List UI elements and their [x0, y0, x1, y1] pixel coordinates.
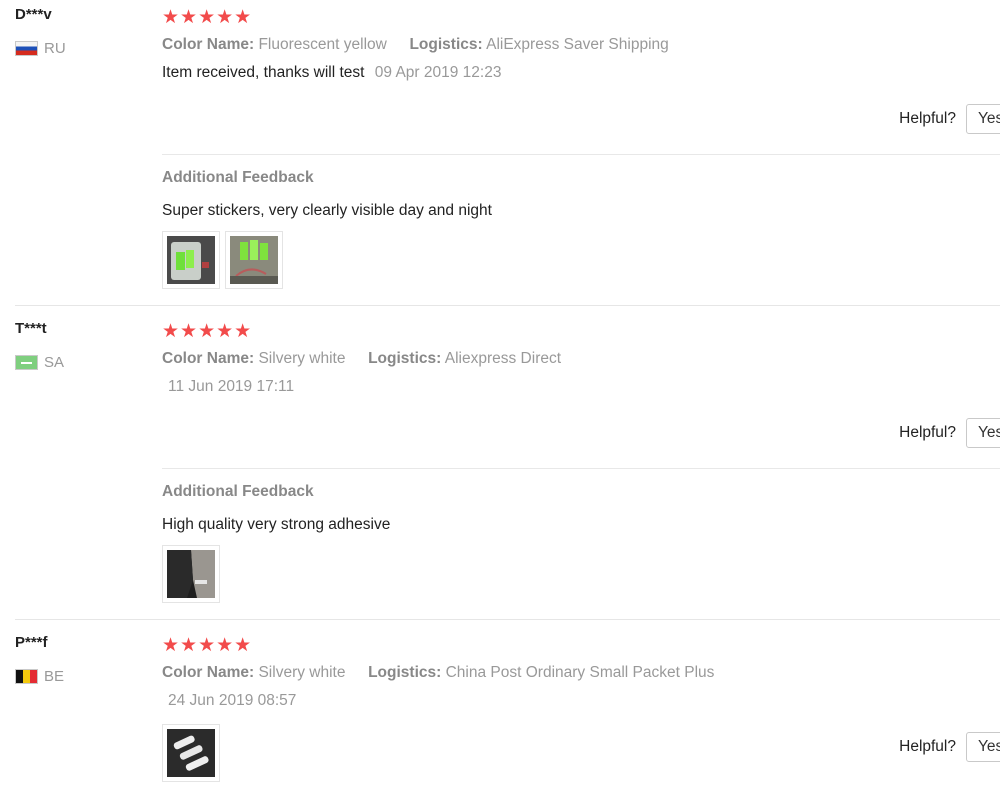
review-item: D***v RU ★★★★★ Color Name: Fluorescent y… — [0, 0, 1000, 305]
review-date: 24 Jun 2019 08:57 — [168, 692, 297, 709]
photo-white-reflective-strips-icon — [167, 729, 215, 777]
color-name-label: Color Name: — [162, 350, 255, 367]
helpful-yes-button[interactable]: Yes — [966, 732, 1000, 762]
logistics-value: AliExpress Saver Shipping — [486, 36, 669, 53]
additional-feedback-text: Super stickers, very clearly visible day… — [162, 202, 492, 219]
logistics-value: Aliexpress Direct — [444, 350, 562, 367]
review-comment-row: 11 Jun 2019 17:11 — [162, 378, 294, 396]
star-rating: ★★★★★ — [162, 321, 253, 342]
review-date: 09 Apr 2019 12:23 — [374, 64, 502, 81]
review-meta: Color Name: Silvery white Logistics: Chi… — [162, 664, 714, 682]
additional-feedback-text: High quality very strong adhesive — [162, 516, 391, 533]
photo-green-stickers-phone-icon — [167, 236, 215, 284]
star-rating: ★★★★★ — [162, 635, 253, 656]
divider — [162, 154, 1000, 155]
additional-feedback-title: Additional Feedback — [162, 169, 314, 186]
review-comment: Item received, thanks will test — [162, 64, 365, 81]
star-rating: ★★★★★ — [162, 7, 253, 28]
russia-flag-icon — [15, 41, 38, 56]
country-code: SA — [44, 354, 65, 371]
reviewer-country: RU — [15, 40, 66, 57]
logistics-label: Logistics: — [368, 350, 442, 367]
color-name-value: Fluorescent yellow — [258, 36, 387, 53]
review-comment-row: Item received, thanks will test 09 Apr 2… — [162, 64, 501, 82]
helpful-label: Helpful? — [899, 110, 956, 127]
review-separator — [15, 305, 1000, 306]
helpful-label: Helpful? — [899, 424, 956, 441]
color-name-value: Silvery white — [258, 350, 346, 367]
review-item: T***t SA ★★★★★ Color Name: Silvery white… — [0, 314, 1000, 620]
reviewer-name: P***f — [15, 634, 48, 651]
reviewer-name: D***v — [15, 6, 52, 23]
reviewer-country: BE — [15, 668, 64, 685]
review-date: 11 Jun 2019 17:11 — [168, 378, 295, 395]
helpful-section: Helpful? Yes — [899, 418, 1000, 448]
helpful-yes-button[interactable]: Yes — [966, 418, 1000, 448]
photo-sticker-on-door-icon — [167, 550, 215, 598]
country-code: RU — [44, 40, 66, 57]
reviewer-name: T***t — [15, 320, 47, 337]
country-code: BE — [44, 668, 65, 685]
logistics-label: Logistics: — [368, 664, 442, 681]
review-comment-row: 24 Jun 2019 08:57 — [162, 692, 296, 710]
review-photo-thumbnail[interactable] — [162, 545, 220, 603]
photo-thumbnails — [162, 545, 220, 603]
review-photo-thumbnail[interactable] — [225, 231, 283, 289]
review-meta: Color Name: Fluorescent yellow Logistics… — [162, 36, 669, 54]
color-name-label: Color Name: — [162, 664, 255, 681]
review-photo-thumbnail[interactable] — [162, 231, 220, 289]
helpful-section: Helpful? Yes — [899, 104, 1000, 134]
helpful-label: Helpful? — [899, 738, 956, 755]
logistics-value: China Post Ordinary Small Packet Plus — [445, 664, 715, 681]
review-item: P***f BE ★★★★★ Color Name: Silvery white… — [0, 628, 1000, 800]
photo-thumbnails — [162, 231, 283, 289]
helpful-yes-button[interactable]: Yes — [966, 104, 1000, 134]
review-separator — [15, 619, 1000, 620]
color-name-label: Color Name: — [162, 36, 255, 53]
divider — [162, 468, 1000, 469]
photo-thumbnails — [162, 724, 220, 782]
color-name-value: Silvery white — [258, 664, 346, 681]
saudi-arabia-flag-icon — [15, 355, 38, 370]
review-meta: Color Name: Silvery white Logistics: Ali… — [162, 350, 561, 368]
photo-green-stickers-hand-icon — [230, 236, 278, 284]
review-photo-thumbnail[interactable] — [162, 724, 220, 782]
helpful-section: Helpful? Yes — [899, 732, 1000, 762]
additional-feedback-title: Additional Feedback — [162, 483, 314, 500]
reviewer-country: SA — [15, 354, 64, 371]
logistics-label: Logistics: — [409, 36, 483, 53]
belgium-flag-icon — [15, 669, 38, 684]
